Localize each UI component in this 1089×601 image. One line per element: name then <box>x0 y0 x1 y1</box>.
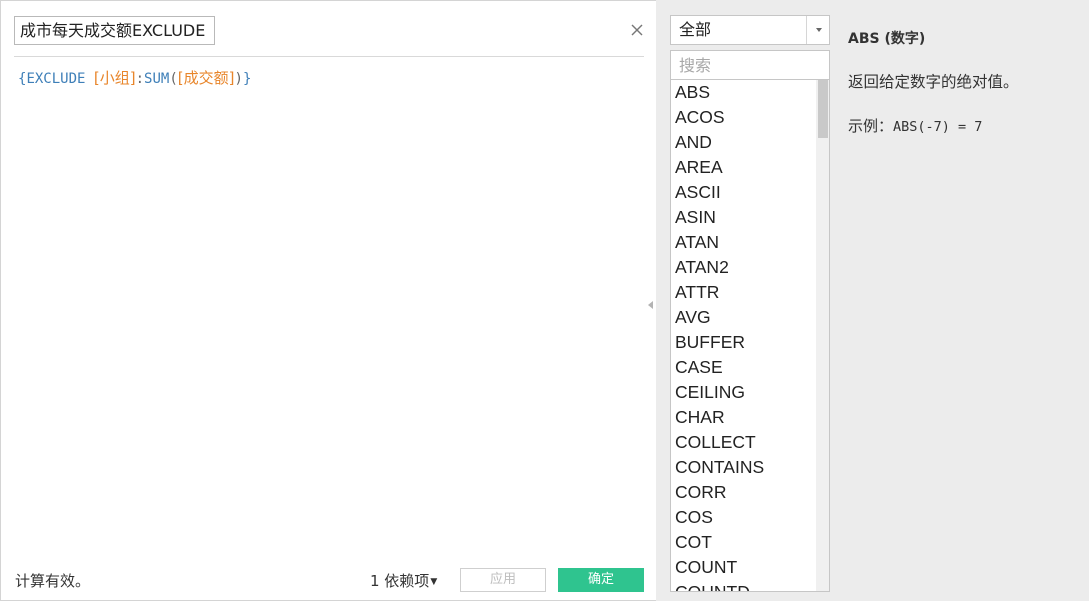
function-search-input[interactable] <box>670 50 830 80</box>
function-list-item[interactable]: ATAN <box>671 230 816 255</box>
function-list-item[interactable]: BUFFER <box>671 330 816 355</box>
validation-status: 计算有效。 <box>15 572 91 590</box>
function-list[interactable]: ABS ACOS AND AREA ASCII ASIN ATAN ATAN2 ATTR AVG B… <box>670 80 830 592</box>
function-doc-example: 示例：ABS(-7) = 7 <box>848 115 982 136</box>
function-category-select[interactable]: 全部 <box>670 15 830 45</box>
dependencies-label: 1 依赖项 <box>370 572 430 590</box>
caret-down-icon: ▼ <box>430 577 438 587</box>
function-reference-panel: 全部 ABSACOSANDAREAASCIIASINATANATAN2ATTRA… <box>656 0 1089 601</box>
function-list-item[interactable]: COUNTD <box>671 580 816 591</box>
dependencies-dropdown[interactable]: 1 依赖项▼ <box>370 570 437 591</box>
example-code: ABS(-7) = 7 <box>893 119 983 135</box>
function-list-item[interactable]: CEILING <box>671 380 816 405</box>
function-list-item[interactable]: CONTAINS <box>671 455 816 480</box>
formula-field-group: [小组] <box>93 69 136 87</box>
calc-editor-pane: 成市每天成交额EXCLUDE {EXCLUDE [小组]:SUM([成交额])}… <box>0 0 656 601</box>
function-list-item[interactable]: ATTR <box>671 280 816 305</box>
calc-name-field[interactable]: 成市每天成交额EXCLUDE <box>14 16 215 45</box>
ok-button[interactable]: 确定 <box>558 568 644 592</box>
function-list-item[interactable]: ATAN2 <box>671 255 816 280</box>
formula-paren-close: ) <box>234 71 243 87</box>
formula-close-brace: } <box>242 71 252 87</box>
function-list-item[interactable]: AND <box>671 130 816 155</box>
function-list-item[interactable]: ASCII <box>671 180 816 205</box>
function-doc-description: 返回给定数字的绝对值。 <box>848 73 1019 91</box>
function-list-item[interactable]: COUNT <box>671 555 816 580</box>
function-list-items: ABS ACOS AND AREA ASCII ASIN ATAN ATAN2 ATTR AVG B… <box>671 80 816 591</box>
example-label: 示例： <box>848 117 894 135</box>
function-list-item[interactable]: COS <box>671 505 816 530</box>
function-list-item[interactable]: AVG <box>671 305 816 330</box>
function-list-item[interactable]: AREA <box>671 155 816 180</box>
function-list-item[interactable]: ABS <box>671 80 816 105</box>
title-divider <box>14 56 644 57</box>
formula-paren-open: ( <box>169 71 178 87</box>
formula-field-amount: [成交额] <box>177 69 235 87</box>
function-list-item[interactable]: CASE <box>671 355 816 380</box>
chevron-down-icon <box>816 28 822 32</box>
apply-button[interactable]: 应用 <box>460 568 546 592</box>
formula-keyword: EXCLUDE <box>26 71 86 87</box>
function-list-item[interactable]: COLLECT <box>671 430 816 455</box>
function-doc-title: ABS (数字) <box>848 31 926 47</box>
function-list-item[interactable]: CHAR <box>671 405 816 430</box>
function-list-scrollbar[interactable] <box>816 80 829 591</box>
formula-function: SUM <box>144 71 170 87</box>
function-list-item[interactable]: ASIN <box>671 205 816 230</box>
scrollbar-thumb[interactable] <box>818 80 828 138</box>
close-icon[interactable] <box>627 20 647 40</box>
function-list-item[interactable]: ACOS <box>671 105 816 130</box>
select-divider <box>806 16 807 44</box>
formula-editor[interactable]: {EXCLUDE [小组]:SUM([成交额])} <box>18 68 644 89</box>
category-selected-value: 全部 <box>679 20 712 39</box>
function-list-item[interactable]: COT <box>671 530 816 555</box>
function-list-item[interactable]: CORR <box>671 480 816 505</box>
formula-colon: : <box>135 71 145 87</box>
